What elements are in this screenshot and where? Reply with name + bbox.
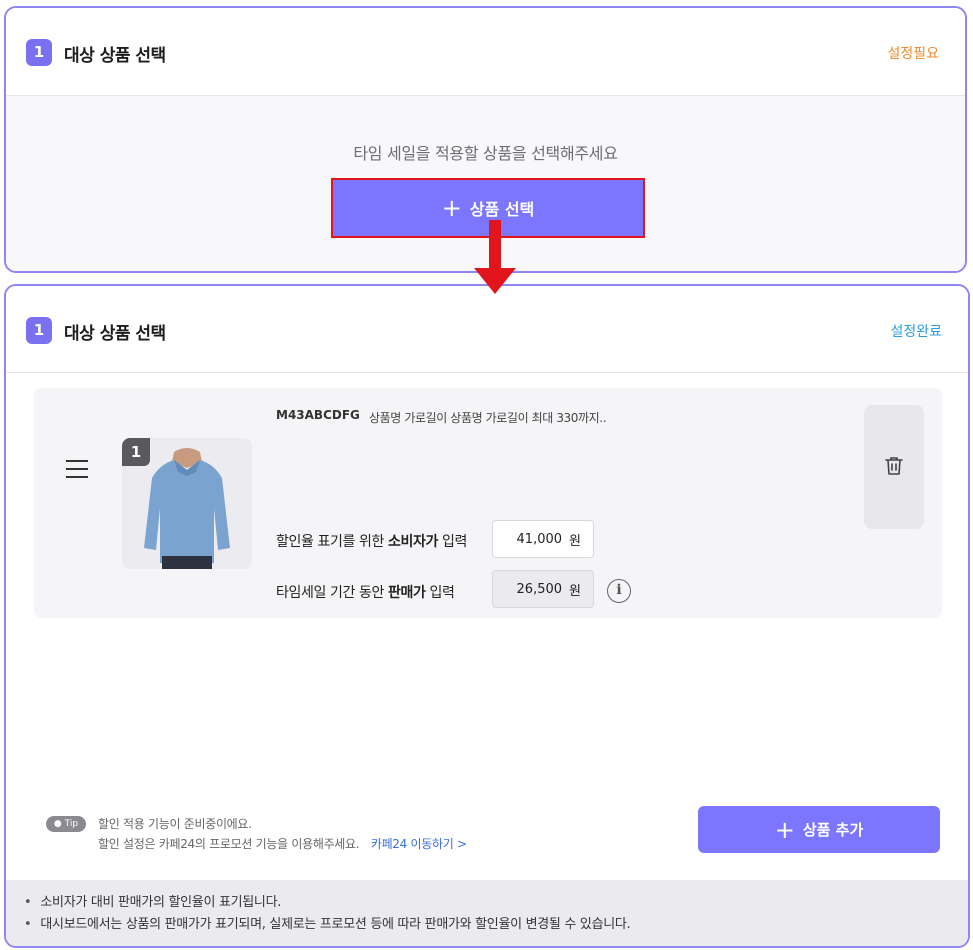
add-product-label: 상품 추가 [802,821,864,839]
card-title: 대상 상품 선택 [64,324,166,344]
card-header: 1 대상 상품 선택 설정완료 [6,286,968,373]
product-row: 1 M43ABCDFG 상품명 가로길이 상품명 가로길이 최대 330까지..… [34,388,942,618]
sale-price-input[interactable]: 26,500 원 [492,570,594,608]
tip-text-2: 할인 설정은 카페24의 프로모션 기능을 이용해주세요. 카페24 이동하기 … [98,835,467,852]
step-badge: 1 [26,317,52,344]
card-header: 1 대상 상품 선택 설정필요 [6,8,965,96]
info-icon[interactable]: i [607,579,631,603]
status-label: 설정필요 [887,46,939,62]
product-name: 상품명 가로길이 상품명 가로길이 최대 330까지.. [369,411,607,425]
plus-icon: + [774,815,795,844]
plus-icon: + [441,194,462,222]
add-product-button[interactable]: + 상품 추가 [698,806,940,853]
sale-label-bold: 판매가 [388,585,426,601]
currency-unit: 원 [569,533,581,549]
trash-icon [885,457,903,475]
consumer-price-label: 할인율 표기를 위한 소비자가 입력 [276,531,467,551]
sale-price-value: 26,500 [516,581,563,597]
tip-badge: ● Tip [46,816,86,832]
tip-text-2-body: 할인 설정은 카페24의 프로모션 기능을 이용해주세요. [98,837,360,851]
sale-price-label: 타임세일 기간 동안 판매가 입력 [276,582,455,602]
delete-product-button[interactable] [864,405,924,529]
lightbulb-icon: ● [53,819,62,829]
notice-item: 소비자가 대비 판매가의 할인율이 표기됩니다. [24,892,968,914]
status-label: 설정완료 [890,324,942,340]
consumer-label-suffix: 입력 [442,534,467,550]
currency-unit: 원 [569,583,581,599]
consumer-label-prefix: 할인율 표기를 위한 [276,534,384,550]
sale-label-prefix: 타임세일 기간 동안 [276,585,384,601]
cafe24-link[interactable]: 카페24 이동하기 > [371,837,467,851]
step-badge: 1 [26,39,52,66]
arrow-down-icon [474,220,516,294]
product-order-badge: 1 [122,438,150,466]
consumer-label-bold: 소비자가 [388,534,438,550]
consumer-price-value: 41,000 [516,531,563,547]
consumer-price-input[interactable]: 41,000 원 [492,520,594,558]
tip-badge-label: Tip [64,819,79,829]
product-thumbnail: 1 [122,438,252,569]
product-code: M43ABCDFG [276,408,360,422]
notice-item: 대시보드에서는 상품의 판매가가 표기되며, 실제로는 프로모션 등에 따라 판… [24,914,968,936]
select-product-label: 상품 선택 [469,200,535,219]
product-select-card-filled: 1 대상 상품 선택 설정완료 1 M43ABCDFG 상품명 가로길이 상품명… [4,284,970,948]
guide-text: 타임 세일을 적용할 상품을 선택해주세요 [353,144,618,163]
sale-label-suffix: 입력 [429,585,455,601]
card-title: 대상 상품 선택 [64,46,166,66]
drag-handle-icon[interactable] [66,460,88,478]
notice-list: 소비자가 대비 판매가의 할인율이 표기됩니다. 대시보드에서는 상품의 판매가… [6,880,968,946]
tip-text-1: 할인 적용 기능이 준비중이에요. [98,817,252,831]
